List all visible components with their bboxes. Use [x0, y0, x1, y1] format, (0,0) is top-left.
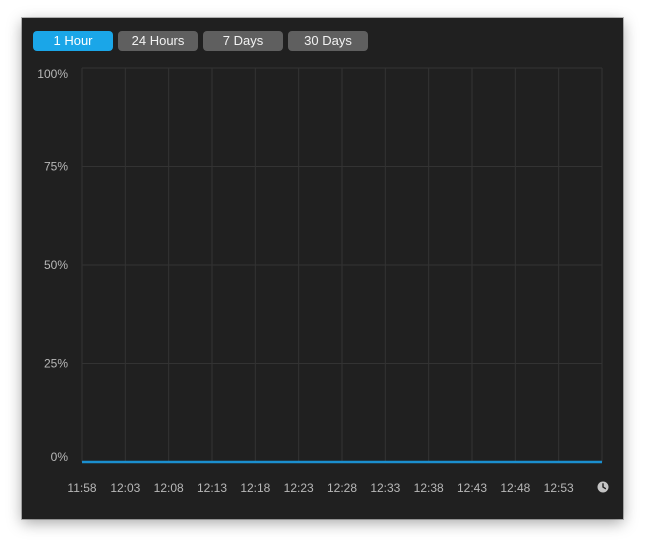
x-tick-label: 12:43 [457, 481, 487, 495]
usage-window: 1 Hour 24 Hours 7 Days 30 Days 100% 75% 50… [22, 18, 623, 519]
x-tick-label: 12:13 [197, 481, 227, 495]
y-axis-labels: 100% 75% 50% 25% 0% [37, 67, 68, 464]
clock-icon [597, 481, 609, 493]
x-axis-labels: 11:58 12:03 12:08 12:13 12:18 12:23 12:28 12:33… [67, 481, 574, 495]
y-tick-label: 0% [51, 450, 69, 464]
y-tick-label: 50% [44, 258, 68, 272]
y-tick-label: 25% [44, 357, 68, 371]
chart-grid [81, 67, 603, 463]
x-tick-label: 12:33 [370, 481, 400, 495]
x-tick-label: 12:08 [154, 481, 184, 495]
x-tick-label: 11:58 [67, 481, 96, 495]
x-tick-label: 12:03 [110, 481, 140, 495]
x-tick-label: 12:28 [327, 481, 357, 495]
x-tick-label: 12:23 [284, 481, 314, 495]
y-tick-label: 100% [37, 67, 68, 81]
x-tick-label: 12:18 [240, 481, 270, 495]
x-tick-label: 12:53 [544, 481, 574, 495]
x-tick-label: 12:48 [500, 481, 530, 495]
usage-chart: 100% 75% 50% 25% 0% 11:58 12:03 12:08 12:13 12:1… [37, 67, 609, 495]
x-tick-label: 12:38 [414, 481, 444, 495]
y-tick-label: 75% [44, 160, 68, 174]
